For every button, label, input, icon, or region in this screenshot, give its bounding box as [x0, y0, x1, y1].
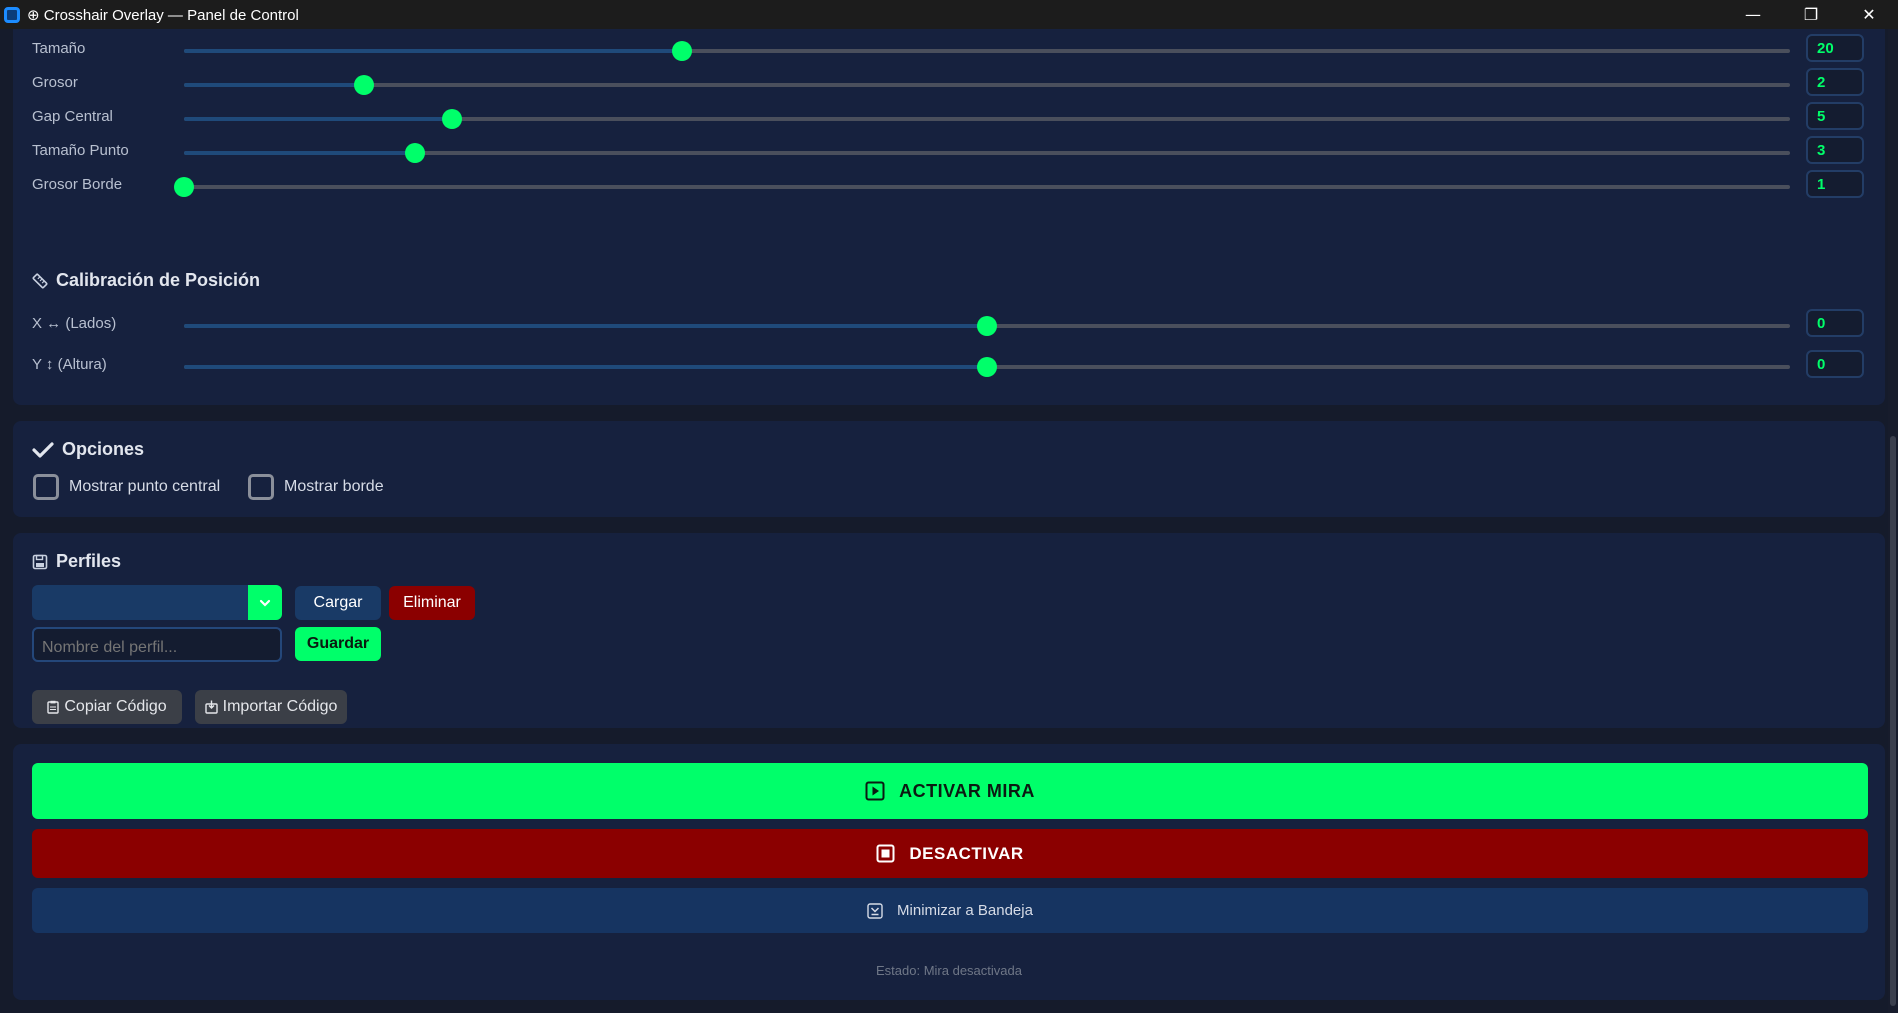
checkbox-label: Mostrar punto central [69, 478, 221, 495]
slider-fill [184, 365, 987, 369]
slider-handle[interactable] [174, 177, 194, 197]
value-field[interactable]: 3 [1806, 136, 1864, 164]
profiles-heading: Perfiles [32, 551, 121, 572]
chevron-down-icon[interactable] [248, 585, 282, 620]
deactivate-button[interactable]: DESACTIVAR [32, 829, 1868, 878]
slider-fill [184, 83, 364, 87]
clipboard-icon [47, 700, 60, 714]
calibration-heading: Calibración de Posición [32, 270, 260, 291]
import-code-label: Importar Código [222, 698, 338, 715]
value-field[interactable]: 0 [1806, 309, 1864, 337]
checkmark-icon [32, 441, 54, 458]
window-controls: — ❐ ✕ [1724, 0, 1898, 29]
slider-label: Tamaño [32, 40, 86, 57]
slider-handle[interactable] [405, 143, 426, 163]
minimize-label: Minimizar a Bandeja [897, 902, 1033, 919]
activate-label: ACTIVAR MIRA [899, 780, 1035, 801]
deactivate-label: DESACTIVAR [909, 843, 1024, 863]
play-icon [865, 781, 885, 801]
slider-track[interactable] [174, 177, 1790, 197]
slider-fill [184, 151, 416, 155]
save-profile-button[interactable]: Guardar [295, 627, 381, 661]
slider-label: Grosor [32, 74, 78, 91]
options-panel [13, 421, 1885, 517]
profile-select[interactable] [32, 585, 282, 620]
slider-fill [184, 49, 682, 53]
slider-handle[interactable] [353, 75, 374, 95]
checkbox-label: Mostrar borde [284, 478, 384, 495]
slider-thickness: Grosor 2 [32, 68, 1866, 100]
slider-dot-size: Tamaño Punto 3 [32, 136, 1866, 168]
window-title: ⊕ Crosshair Overlay — Panel de Control [27, 6, 299, 24]
slider-border-thickness: Grosor Borde 1 [32, 170, 1866, 202]
restore-window-button[interactable]: ❐ [1782, 0, 1840, 29]
floppy-disk-icon [32, 554, 48, 569]
slider-size: Tamaño 20 [32, 34, 1866, 66]
tray-down-icon [867, 902, 883, 919]
delete-profile-button[interactable]: Eliminar [389, 586, 475, 620]
slider-label: Gap Central [32, 108, 113, 125]
slider-center-gap: Gap Central 5 [32, 102, 1866, 134]
close-window-button[interactable]: ✕ [1840, 0, 1898, 29]
slider-label: Y ↕ (Altura) [32, 356, 107, 373]
checkbox-box[interactable] [248, 474, 274, 500]
stop-icon [876, 844, 895, 863]
slider-track[interactable] [184, 316, 1790, 336]
activate-crosshair-button[interactable]: ACTIVAR MIRA [32, 763, 1868, 819]
slider-track[interactable] [184, 143, 1790, 163]
show-border-checkbox[interactable]: Mostrar borde [248, 474, 384, 500]
show-center-dot-checkbox[interactable]: Mostrar punto central [33, 474, 220, 500]
value-field[interactable]: 1 [1806, 170, 1864, 198]
slider-calibration-y: Y ↕ (Altura) 0 [32, 350, 1866, 382]
title-bar: ⊕ Crosshair Overlay — Panel de Control —… [0, 0, 1898, 29]
slider-handle[interactable] [671, 41, 692, 61]
calibration-title: Calibración de Posición [56, 270, 261, 290]
minimize-window-button[interactable]: — [1724, 0, 1782, 29]
options-title: Opciones [62, 439, 145, 459]
profiles-title: Perfiles [56, 551, 122, 571]
scrollbar-thumb[interactable] [1890, 436, 1896, 1006]
app-icon [4, 6, 20, 23]
slider-handle[interactable] [442, 109, 463, 129]
slider-label: Grosor Borde [32, 176, 123, 193]
slider-label: X ↔ (Lados) [32, 315, 117, 332]
slider-track[interactable] [184, 357, 1790, 377]
slider-fill [184, 117, 453, 121]
import-code-button[interactable]: Importar Código [195, 690, 347, 724]
copy-code-button[interactable]: Copiar Código [32, 690, 182, 724]
value-field[interactable]: 0 [1806, 350, 1864, 378]
value-field[interactable]: 20 [1806, 34, 1864, 62]
minimize-to-tray-button[interactable]: Minimizar a Bandeja [32, 888, 1868, 933]
slider-track[interactable] [184, 41, 1790, 61]
value-field[interactable]: 2 [1806, 68, 1864, 96]
slider-calibration-x: X ↔ (Lados) 0 [32, 309, 1866, 341]
slider-track[interactable] [184, 75, 1790, 95]
copy-code-label: Copiar Código [64, 698, 167, 715]
slider-fill [184, 324, 987, 328]
options-heading: Opciones [32, 439, 144, 460]
checkbox-box[interactable] [33, 474, 59, 500]
ruler-icon [32, 273, 48, 288]
slider-track[interactable] [184, 109, 1790, 129]
slider-label: Tamaño Punto [32, 142, 129, 159]
slider-handle[interactable] [977, 357, 997, 377]
value-field[interactable]: 5 [1806, 102, 1864, 130]
import-icon [204, 700, 218, 714]
load-profile-button[interactable]: Cargar [295, 586, 381, 620]
status-text: Estado: Mira desactivada [876, 963, 1022, 978]
profile-name-input[interactable] [32, 627, 282, 662]
slider-handle[interactable] [977, 316, 997, 336]
